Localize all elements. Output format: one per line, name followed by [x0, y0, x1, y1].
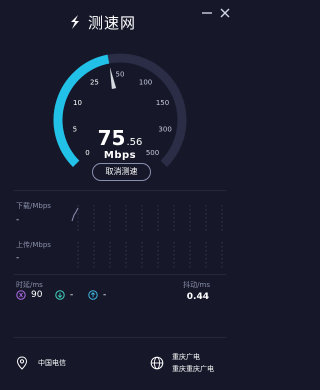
ping-value: 90	[31, 290, 43, 300]
current-speed: 75.56	[0, 126, 240, 150]
globe-icon	[150, 356, 164, 370]
location-pin-icon	[16, 356, 28, 370]
download-value: -	[16, 215, 20, 225]
gauge-tick-label: 50	[116, 71, 125, 79]
download-graph	[71, 205, 223, 231]
divider	[14, 190, 226, 191]
upload-latency-icon	[88, 290, 98, 300]
app-logo: 测速网	[66, 10, 176, 34]
upload-latency-value: -	[103, 290, 107, 300]
speed-integer: 75	[97, 126, 126, 150]
local-isp-name: 中国电信	[38, 359, 66, 367]
gauge-tick-label: 100	[139, 78, 152, 86]
server-isp-line2: 重庆重庆广电	[172, 365, 214, 373]
speed-unit: Mbps	[103, 150, 137, 161]
download-label: 下载/Mbps	[16, 202, 51, 210]
latency-label: 时延/ms	[16, 281, 43, 289]
gauge-tick-label: 10	[73, 99, 82, 107]
cancel-test-button[interactable]: 取消测速	[92, 163, 151, 181]
gauge-tick-label: 150	[156, 99, 169, 107]
isp-footer: 中国电信 重庆广电 重庆重庆广电	[0, 342, 240, 390]
logo-icon	[71, 15, 79, 29]
download-latency-value: -	[70, 290, 74, 300]
local-isp: 中国电信	[16, 356, 66, 370]
app-title: 测速网	[88, 13, 137, 32]
jitter-label: 抖动/ms	[183, 281, 210, 289]
server-isp[interactable]: 重庆广电 重庆重庆广电	[150, 351, 214, 375]
download-latency-metric: -	[55, 290, 73, 300]
divider	[14, 337, 226, 338]
ping-metric: 90	[16, 290, 42, 300]
speedtest-window: 测速网 0 5 10 25 50 100 150 300 500 75.56 Mbps 取消测速…	[0, 0, 240, 390]
upload-label: 上传/Mbps	[16, 241, 51, 249]
upload-graph	[77, 242, 223, 268]
jitter-value: 0.44	[186, 292, 209, 302]
minimize-icon[interactable]	[200, 6, 214, 20]
divider	[14, 274, 226, 275]
speed-decimal: .56	[126, 137, 143, 148]
close-icon[interactable]	[218, 6, 232, 20]
gauge-tick-label: 25	[90, 78, 99, 86]
upload-value: -	[16, 253, 20, 263]
ping-icon	[16, 290, 26, 300]
upload-latency-metric: -	[88, 290, 106, 300]
download-latency-icon	[55, 290, 65, 300]
server-isp-line1: 重庆广电	[172, 353, 200, 361]
